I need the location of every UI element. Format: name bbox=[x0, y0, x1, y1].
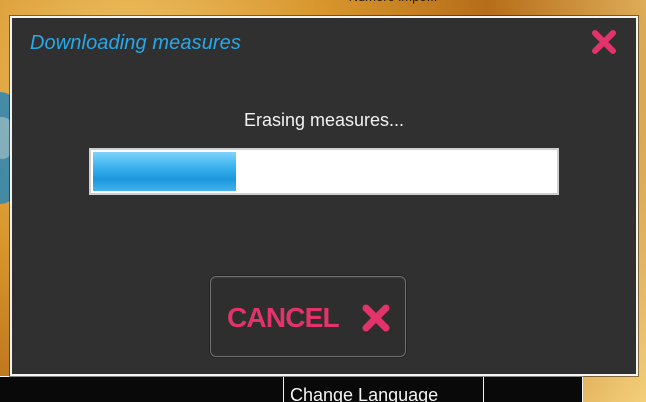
download-progress-fill bbox=[93, 152, 236, 191]
cancel-label: CANCEL bbox=[227, 302, 340, 333]
background-top-text: Numero impo... bbox=[348, 0, 438, 16]
background-cell-right bbox=[484, 377, 583, 402]
cancel-icon bbox=[359, 301, 393, 335]
app-background: Numero impo... Change Language Downloadi… bbox=[0, 0, 646, 402]
close-icon bbox=[592, 30, 616, 54]
background-language-table: Change Language bbox=[0, 376, 583, 402]
background-cell-left bbox=[0, 377, 284, 402]
status-text: Erasing measures... bbox=[243, 110, 405, 130]
close-button[interactable] bbox=[590, 28, 618, 56]
cancel-button[interactable]: CANCEL bbox=[210, 276, 406, 357]
download-progress-bar bbox=[89, 148, 559, 195]
dialog-title: Downloading measures bbox=[30, 32, 242, 54]
change-language-label[interactable]: Change Language bbox=[290, 386, 438, 402]
download-dialog: Downloading measures Erasing measures...… bbox=[10, 16, 638, 376]
